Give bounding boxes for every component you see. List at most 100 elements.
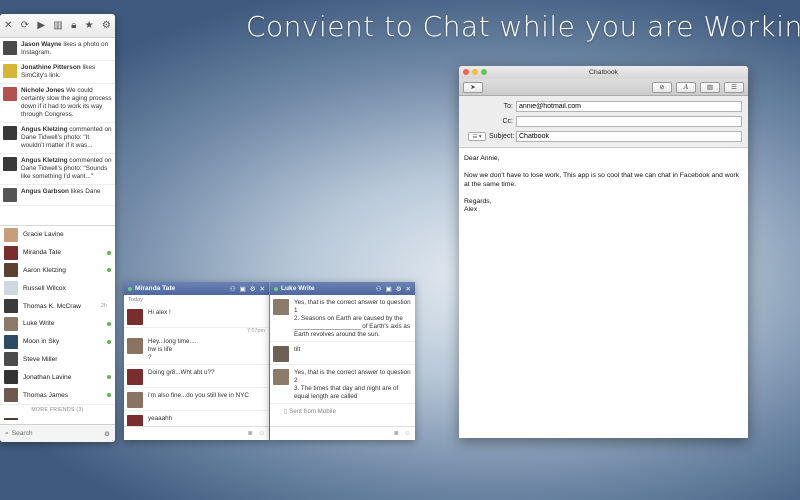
menu-icon: ☰ ▾ [472, 133, 482, 140]
ticker-item[interactable]: Jonathine Pitterson likes SimCity's link… [0, 61, 115, 84]
add-friends-icon[interactable]: ⚇ [230, 285, 236, 293]
message-text: i'm also fine...do you still live in NYC [148, 392, 249, 399]
friend-name: Steve Miller [23, 355, 58, 363]
search-input[interactable]: Search [12, 430, 104, 437]
add-friends-icon[interactable]: ⚇ [376, 285, 382, 293]
message-text: Yes, that is the correct answer to quest… [294, 299, 411, 338]
close-window-button[interactable] [463, 69, 469, 75]
ticker-item[interactable]: Nichole Jones We could certainly slow th… [0, 84, 115, 123]
friend-item[interactable]: Thomas K. McCraw 2h [0, 297, 115, 315]
friend-item[interactable]: Russell Wilcox [0, 279, 115, 297]
avatar [4, 417, 18, 420]
zoom-window-button[interactable] [481, 69, 487, 75]
close-icon[interactable]: ✕ [260, 285, 265, 293]
chat-header[interactable]: Miranda Tate ⚇ ▣ ⚙ ✕ [124, 282, 269, 295]
window-titlebar[interactable]: Chatbook [459, 66, 748, 79]
close-icon[interactable]: ✕ [4, 20, 12, 31]
online-indicator [107, 339, 111, 344]
avatar [127, 369, 143, 385]
cc-field[interactable] [516, 116, 742, 127]
camera-icon[interactable]: ◙ [248, 430, 252, 437]
gear-icon[interactable]: ⚙ [102, 20, 111, 31]
gear-icon[interactable]: ⚙ [396, 285, 402, 293]
chat-title: Luke Write [281, 285, 315, 292]
play-icon[interactable]: ▶ [37, 20, 45, 31]
friend-item[interactable]: Thomas James [0, 386, 115, 404]
fonts-button[interactable]: A [676, 81, 696, 93]
message-text: Hi alex ! [148, 309, 171, 316]
lock-icon[interactable]: 🔒︎ [71, 20, 76, 31]
ticker-name: Jason Wayne [21, 41, 62, 48]
avatar [4, 370, 18, 385]
avatar [3, 157, 17, 171]
friend-item[interactable]: Moon in Sky [0, 333, 115, 351]
message-text: Yes, that is the correct answer to quest… [294, 369, 411, 400]
minimize-window-button[interactable] [472, 69, 478, 75]
avatar [3, 87, 17, 101]
ticker-item[interactable]: Angus Garbson likes Dane [0, 185, 115, 206]
friend-item[interactable]: Jonathan Lavine [0, 368, 115, 386]
friend-item[interactable]: Luke Write [0, 315, 115, 333]
chat-messages: Today Hi alex ! 7:07pm Hey...long time....… [124, 295, 269, 426]
avatar [4, 352, 18, 367]
photo-icon: ▨ [706, 84, 714, 91]
friend-name: Miranda Tate [23, 249, 61, 257]
emoji-icon[interactable]: ☺ [404, 430, 411, 437]
format-button[interactable]: ☰ [724, 81, 744, 93]
chat-input[interactable]: ◙ ☺ [270, 426, 415, 440]
ticker-item[interactable]: Angus Kletzing commented on Dane Tidwell… [0, 123, 115, 154]
friend-name: Thomas James [23, 391, 69, 399]
star-icon[interactable]: ★ [85, 20, 94, 31]
video-call-icon[interactable]: ▣ [240, 285, 246, 293]
avatar [273, 346, 289, 362]
chart-icon[interactable]: ▥ [53, 20, 62, 31]
friend-item[interactable]: Casey Wayne [0, 416, 115, 420]
list-icon: ☰ [731, 84, 737, 91]
ticker-item[interactable]: Angus Kletzing commented on Dane Tidwell… [0, 154, 115, 185]
refresh-icon[interactable]: ⟳ [21, 20, 29, 31]
mobile-label: Sent from Mobile [289, 408, 336, 415]
friend-item[interactable]: Aaron Kletzing [0, 262, 115, 280]
send-button[interactable]: ➤ [463, 81, 483, 93]
gear-icon[interactable]: ⚙ [250, 285, 256, 293]
avatar [4, 281, 18, 296]
sent-from-mobile: ▯ Sent from Mobile [270, 404, 415, 419]
close-icon[interactable]: ✕ [406, 285, 411, 293]
message-text: yeaaahh [148, 415, 173, 422]
friend-name: Jonathan Lavine [23, 373, 72, 381]
attach-button[interactable]: ⊘ [652, 81, 672, 93]
chat-input[interactable]: ◙ ☺ [124, 426, 269, 440]
search-icon: ⌕ [5, 429, 9, 437]
header-options-button[interactable]: ☰ ▾ [468, 132, 486, 141]
window-controls [463, 69, 487, 75]
video-call-icon[interactable]: ▣ [386, 285, 392, 293]
chat-message: Doing gr8...Wht abt u?? [124, 365, 269, 388]
more-friends-label[interactable]: MORE FRIENDS (3) [0, 403, 115, 416]
friend-item[interactable]: Miranda Tate [0, 244, 115, 262]
photo-browser-button[interactable]: ▨ [700, 81, 720, 93]
emoji-icon[interactable]: ☺ [258, 430, 265, 437]
camera-icon[interactable]: ◙ [394, 430, 398, 437]
message-body[interactable]: Dear Annie, Now we don't have to lose wo… [459, 148, 748, 222]
headline: Convient to Chat while you are Working [246, 10, 800, 43]
paperclip-icon: ⊘ [659, 84, 665, 91]
avatar [127, 338, 143, 354]
chat-header[interactable]: Luke Write ⚇ ▣ ⚙ ✕ [270, 282, 415, 295]
avatar [273, 299, 289, 315]
to-field[interactable] [516, 101, 742, 112]
send-icon: ➤ [470, 84, 476, 91]
subject-field[interactable] [516, 131, 742, 142]
friend-name: Luke Write [23, 320, 55, 328]
ticker-item[interactable]: Jason Wayne likes a photo on Instagram. [0, 38, 115, 61]
friend-name: Russell Wilcox [23, 284, 66, 292]
to-label: To: [503, 103, 513, 110]
friend-item[interactable]: Gracie Lavine [0, 226, 115, 244]
friend-name: Moon in Sky [23, 338, 60, 346]
search-bar[interactable]: ⌕ Search ⚙ [0, 424, 115, 442]
avatar [4, 388, 18, 403]
settings-icon[interactable]: ⚙ [104, 430, 110, 438]
message-text: Doing gr8...Wht abt u?? [148, 369, 215, 376]
friend-item[interactable]: Steve Miller [0, 351, 115, 369]
online-indicator [128, 286, 132, 291]
avatar [4, 334, 18, 349]
